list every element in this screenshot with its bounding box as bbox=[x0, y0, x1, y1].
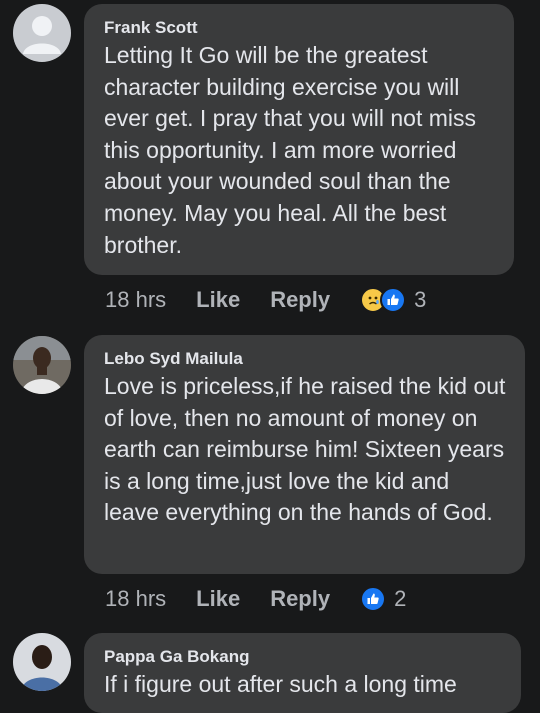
user-photo-icon bbox=[13, 336, 71, 394]
reaction-count: 3 bbox=[414, 287, 427, 312]
avatar[interactable] bbox=[13, 336, 71, 394]
comment-actions: 18 hrs Like Reply 3 bbox=[105, 285, 426, 315]
comment-timestamp[interactable]: 18 hrs bbox=[105, 287, 166, 313]
like-button[interactable]: Like bbox=[196, 586, 240, 612]
reply-button[interactable]: Reply bbox=[270, 586, 330, 612]
comment-text: Love is priceless,if he raised the kid o… bbox=[104, 373, 506, 526]
user-photo-icon bbox=[13, 633, 71, 691]
comment-bubble: Lebo Syd Mailula Love is priceless,if he… bbox=[84, 335, 525, 574]
avatar[interactable] bbox=[13, 633, 71, 691]
comment-author[interactable]: Pappa Ga Bokang bbox=[104, 647, 503, 667]
comment-actions: 18 hrs Like Reply 2 bbox=[105, 584, 406, 614]
reaction-summary[interactable]: 3 bbox=[360, 287, 426, 313]
reaction-summary[interactable]: 2 bbox=[360, 586, 406, 612]
default-avatar-icon bbox=[13, 4, 71, 62]
comment-author[interactable]: Frank Scott bbox=[104, 18, 496, 38]
reply-button[interactable]: Reply bbox=[270, 287, 330, 313]
comment-author[interactable]: Lebo Syd Mailula bbox=[104, 349, 507, 369]
like-button[interactable]: Like bbox=[196, 287, 240, 313]
like-reaction-icon bbox=[360, 586, 387, 612]
avatar-default[interactable] bbox=[13, 4, 71, 62]
like-reaction-icon bbox=[380, 287, 407, 313]
reaction-count: 2 bbox=[394, 586, 407, 611]
comment-bubble: Frank Scott Letting It Go will be the gr… bbox=[84, 4, 514, 275]
comment-bubble: Pappa Ga Bokang If i figure out after su… bbox=[84, 633, 521, 713]
comment-text: If i figure out after such a long time bbox=[104, 671, 457, 697]
comment-timestamp[interactable]: 18 hrs bbox=[105, 586, 166, 612]
comment-text: Letting It Go will be the greatest chara… bbox=[104, 42, 476, 258]
